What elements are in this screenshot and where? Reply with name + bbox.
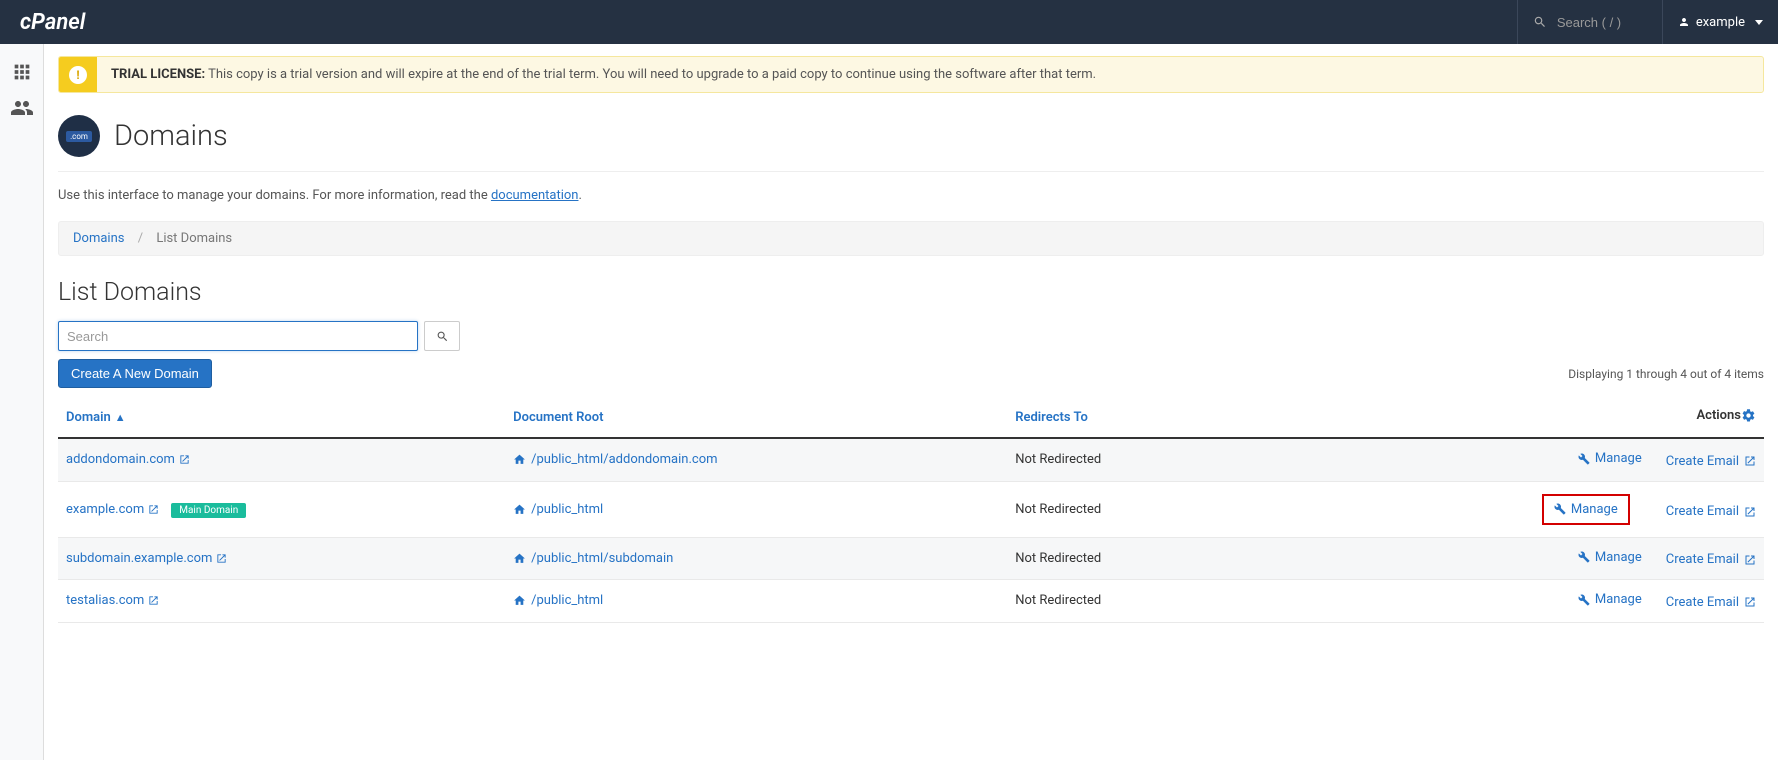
documentation-link[interactable]: documentation bbox=[491, 188, 579, 203]
intro-text: Use this interface to manage your domain… bbox=[58, 172, 1764, 221]
search-button[interactable] bbox=[424, 321, 460, 351]
col-redirects[interactable]: Redirects To bbox=[1007, 398, 1239, 438]
breadcrumb-root[interactable]: Domains bbox=[73, 231, 124, 246]
domain-link[interactable]: subdomain.example.com bbox=[66, 551, 227, 566]
col-docroot[interactable]: Document Root bbox=[505, 398, 1007, 438]
wrench-icon bbox=[1554, 503, 1566, 515]
docroot-link[interactable]: /public_html bbox=[513, 502, 603, 517]
breadcrumb-current: List Domains bbox=[156, 231, 232, 246]
search-input[interactable] bbox=[58, 321, 418, 351]
top-navbar: cPanel example bbox=[0, 0, 1778, 44]
trial-alert: ! TRIAL LICENSE: This copy is a trial ve… bbox=[58, 56, 1764, 93]
domains-table: Domain▲ Document Root Redirects To Actio… bbox=[58, 398, 1764, 623]
external-link-icon bbox=[1744, 455, 1756, 467]
external-link-icon bbox=[1744, 554, 1756, 566]
home-icon bbox=[513, 593, 531, 608]
sidebar-users-icon[interactable] bbox=[0, 90, 44, 126]
section-heading: List Domains bbox=[58, 278, 1764, 307]
main-content: ! TRIAL LICENSE: This copy is a trial ve… bbox=[44, 44, 1778, 760]
search-icon bbox=[1533, 15, 1547, 29]
table-row: example.com Main Domain/public_html Not Re… bbox=[58, 481, 1764, 537]
domain-link[interactable]: testalias.com bbox=[66, 593, 159, 608]
external-link-icon bbox=[1744, 506, 1756, 518]
gear-icon[interactable] bbox=[1741, 408, 1756, 427]
home-icon bbox=[513, 502, 531, 517]
manage-link[interactable]: Manage bbox=[1578, 592, 1642, 607]
create-email-link[interactable]: Create Email bbox=[1666, 454, 1756, 469]
table-row: testalias.com/public_html Not Redirected M… bbox=[58, 580, 1764, 623]
global-search[interactable] bbox=[1517, 0, 1662, 44]
table-row: addondomain.com/public_html/addondomain.… bbox=[58, 438, 1764, 481]
docroot-link[interactable]: /public_html/addondomain.com bbox=[513, 452, 717, 467]
breadcrumb: Domains / List Domains bbox=[58, 221, 1764, 256]
docroot-link[interactable]: /public_html/subdomain bbox=[513, 551, 673, 566]
create-email-link[interactable]: Create Email bbox=[1666, 552, 1756, 567]
redirects-cell: Not Redirected bbox=[1007, 537, 1239, 580]
sort-asc-icon: ▲ bbox=[115, 411, 126, 424]
domain-link[interactable]: example.com bbox=[66, 502, 159, 517]
create-domain-button[interactable]: Create A New Domain bbox=[58, 359, 212, 388]
create-email-link[interactable]: Create Email bbox=[1666, 595, 1756, 610]
user-label: example bbox=[1696, 15, 1745, 30]
create-email-link[interactable]: Create Email bbox=[1666, 504, 1756, 519]
search-icon bbox=[436, 330, 449, 343]
wrench-icon bbox=[1578, 594, 1590, 606]
manage-link[interactable]: Manage bbox=[1578, 451, 1642, 466]
wrench-icon bbox=[1578, 551, 1590, 563]
alert-strong: TRIAL LICENSE: bbox=[111, 67, 205, 82]
main-domain-badge: Main Domain bbox=[171, 503, 246, 518]
redirects-cell: Not Redirected bbox=[1007, 580, 1239, 623]
global-search-input[interactable] bbox=[1557, 15, 1647, 30]
external-link-icon bbox=[144, 593, 159, 608]
home-icon bbox=[513, 551, 531, 566]
wrench-icon bbox=[1578, 453, 1590, 465]
redirects-cell: Not Redirected bbox=[1007, 438, 1239, 481]
col-actions: Actions bbox=[1240, 398, 1764, 438]
manage-link[interactable]: Manage bbox=[1578, 550, 1642, 565]
home-icon bbox=[513, 452, 531, 467]
alert-text: This copy is a trial version and will ex… bbox=[205, 67, 1096, 82]
page-title: Domains bbox=[114, 119, 228, 153]
col-domain[interactable]: Domain▲ bbox=[58, 398, 505, 438]
external-link-icon bbox=[175, 452, 190, 467]
external-link-icon bbox=[144, 502, 159, 517]
chevron-down-icon bbox=[1755, 20, 1763, 25]
pagination-status: Displaying 1 through 4 out of 4 items bbox=[1568, 367, 1764, 381]
external-link-icon bbox=[212, 551, 227, 566]
left-sidebar bbox=[0, 44, 44, 760]
docroot-link[interactable]: /public_html bbox=[513, 593, 603, 608]
manage-link[interactable]: Manage bbox=[1542, 494, 1630, 525]
redirects-cell: Not Redirected bbox=[1007, 481, 1239, 537]
domain-link[interactable]: addondomain.com bbox=[66, 452, 190, 467]
page-icon: .com bbox=[58, 115, 100, 157]
user-menu[interactable]: example bbox=[1662, 0, 1778, 44]
alert-icon: ! bbox=[59, 57, 97, 92]
table-row: subdomain.example.com/public_html/subdom… bbox=[58, 537, 1764, 580]
sidebar-apps-icon[interactable] bbox=[0, 54, 44, 90]
external-link-icon bbox=[1744, 596, 1756, 608]
cpanel-logo[interactable]: cPanel bbox=[20, 10, 85, 35]
user-icon bbox=[1678, 16, 1690, 28]
